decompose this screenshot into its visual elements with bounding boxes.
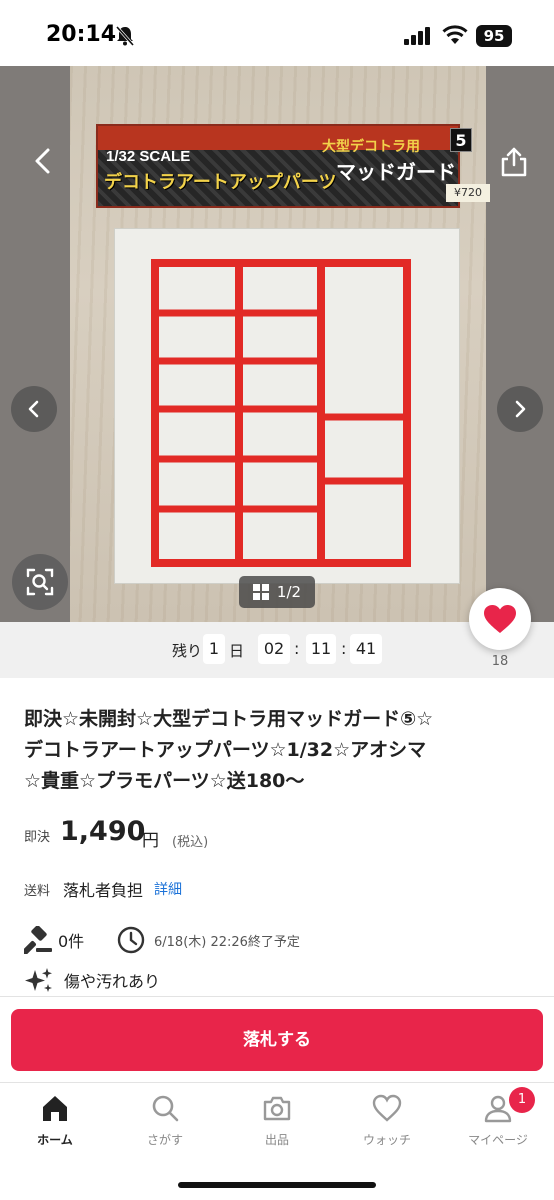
item-condition: 傷や汚れあり bbox=[64, 972, 161, 991]
countdown-minutes: 11 bbox=[306, 634, 336, 664]
condition-row: 傷や汚れあり bbox=[24, 964, 160, 996]
tab-watch[interactable]: ウォッチ bbox=[342, 1093, 432, 1148]
watch-count: 18 bbox=[491, 654, 509, 669]
bid-bar: 落札する bbox=[0, 996, 554, 1082]
shipping-detail-link[interactable]: 詳細 bbox=[154, 879, 182, 899]
status-bar: 20:14 95 bbox=[0, 0, 554, 66]
package-series: デコトラアートアップパーツ bbox=[104, 172, 337, 193]
shipping-value: 落札者負担 bbox=[63, 881, 144, 900]
price-label: 即決 bbox=[24, 830, 51, 845]
tax-note: (税込) bbox=[172, 835, 209, 850]
day-unit: 日 bbox=[229, 642, 245, 660]
lens-search-icon bbox=[26, 568, 54, 596]
end-time-row: 6/18(木) 22:26終了予定 bbox=[116, 924, 300, 956]
sparkle-icon bbox=[25, 968, 52, 992]
package-header: 1/32 SCALE デコトラアートアップパーツ 大型デコトラ用 マッドガード … bbox=[96, 124, 490, 208]
home-icon bbox=[43, 1096, 67, 1121]
share-icon[interactable] bbox=[498, 144, 530, 178]
tab-sell[interactable]: 出品 bbox=[232, 1093, 322, 1148]
chevron-right-icon bbox=[515, 400, 526, 418]
back-chevron-icon[interactable] bbox=[28, 144, 58, 178]
page-count: 1/2 bbox=[276, 583, 302, 601]
package-price-tag: ¥720 bbox=[446, 184, 490, 202]
countdown-separator: : bbox=[294, 639, 300, 658]
gavel-icon bbox=[24, 926, 52, 954]
chevron-left-icon bbox=[28, 400, 39, 418]
shipping-label: 送料 bbox=[24, 884, 51, 899]
heart-outline-icon bbox=[372, 1094, 402, 1122]
tab-mypage[interactable]: 1 マイページ bbox=[453, 1087, 543, 1148]
countdown-days: 1 bbox=[203, 634, 225, 664]
mudguard-sheet bbox=[114, 228, 460, 584]
price-unit: 円 bbox=[142, 831, 159, 851]
battery-indicator: 95 bbox=[476, 25, 512, 47]
tab-search[interactable]: さがす bbox=[120, 1093, 210, 1148]
watch-button[interactable] bbox=[469, 588, 531, 650]
mudguard-grid bbox=[151, 259, 411, 567]
countdown-separator: : bbox=[341, 639, 347, 658]
price-value: 1,490 bbox=[60, 816, 146, 847]
tab-home[interactable]: ホーム bbox=[10, 1093, 100, 1148]
heart-icon bbox=[484, 605, 516, 633]
package-number: 5 bbox=[450, 128, 472, 152]
image-search-button[interactable] bbox=[12, 554, 68, 610]
grid-icon bbox=[252, 584, 269, 600]
next-image-button[interactable] bbox=[497, 386, 543, 432]
package-subtitle: 大型デコトラ用 bbox=[322, 139, 420, 155]
camera-icon bbox=[263, 1096, 291, 1121]
countdown-hours: 02 bbox=[258, 634, 290, 664]
page-indicator[interactable]: 1/2 bbox=[239, 576, 315, 608]
bid-count: 0件 bbox=[58, 932, 85, 951]
search-icon bbox=[152, 1095, 179, 1122]
end-time: 6/18(木) 22:26終了予定 bbox=[154, 934, 300, 950]
bell-slash-icon bbox=[115, 26, 135, 46]
item-title: 即決☆未開封☆大型デコトラ用マッドガード⑤☆ デコトラアートアップパーツ☆1/3… bbox=[24, 708, 434, 792]
remaining-label: 残り bbox=[172, 642, 203, 660]
bid-count-row: 0件 bbox=[24, 924, 84, 956]
home-indicator bbox=[178, 1182, 376, 1188]
countdown-seconds: 41 bbox=[350, 634, 382, 664]
previous-image-button[interactable] bbox=[11, 386, 57, 432]
clock-icon bbox=[117, 926, 145, 954]
buy-now-button[interactable]: 落札する bbox=[11, 1009, 543, 1071]
signal-icon bbox=[404, 27, 430, 45]
image-gallery[interactable]: 1/32 SCALE デコトラアートアップパーツ 大型デコトラ用 マッドガード … bbox=[0, 66, 554, 622]
status-time: 20:14 bbox=[46, 22, 117, 47]
wifi-icon bbox=[442, 25, 468, 44]
package-scale: 1/32 SCALE bbox=[106, 148, 191, 165]
package-name: マッドガード bbox=[336, 160, 456, 184]
notification-badge: 1 bbox=[509, 1087, 535, 1113]
product-photo[interactable]: 1/32 SCALE デコトラアートアップパーツ 大型デコトラ用 マッドガード … bbox=[70, 66, 490, 622]
